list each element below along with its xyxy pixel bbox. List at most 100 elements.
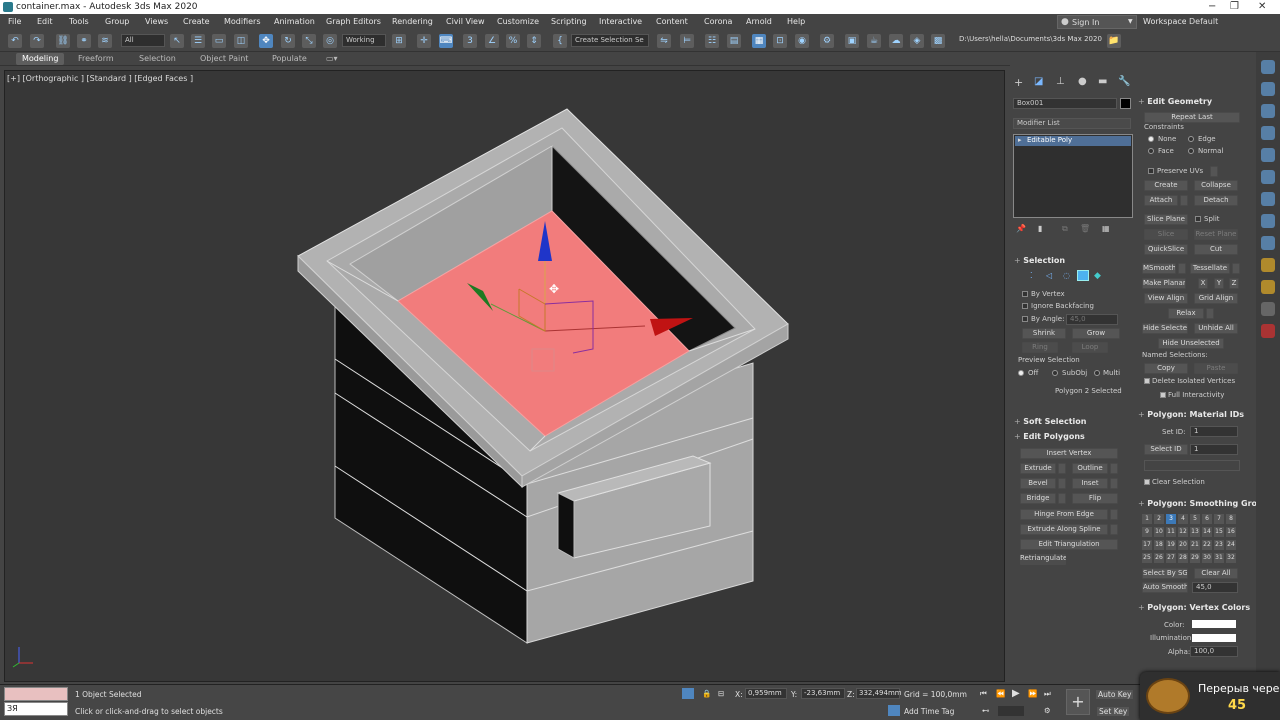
scale-icon[interactable]: ⤡ [302, 34, 316, 48]
minimize-button[interactable]: − [1208, 1, 1216, 12]
smoothing-group-button[interactable]: 30 [1202, 553, 1212, 563]
smoothing-group-button[interactable]: 28 [1178, 553, 1188, 563]
copy-button[interactable]: Copy [1144, 363, 1188, 374]
go-to-end-icon[interactable]: ⏭ [1044, 689, 1051, 699]
vertex-colors-rollout-header[interactable]: Polygon: Vertex Colors [1138, 603, 1250, 612]
ignore-backfacing-checkbox[interactable] [1022, 303, 1028, 309]
motion-tab-icon[interactable]: ● [1078, 76, 1087, 87]
planar-z-button[interactable]: Z [1229, 278, 1239, 289]
smoothing-group-button[interactable]: 17 [1142, 540, 1152, 550]
ref-coord-select[interactable]: Working [342, 34, 386, 47]
constraint-edge-radio[interactable] [1188, 136, 1194, 142]
material-ids-rollout-header[interactable]: Polygon: Material IDs [1138, 410, 1244, 419]
edge-level-icon[interactable]: ◁ [1046, 271, 1052, 280]
make-planar-button[interactable]: Make Planar [1142, 278, 1186, 289]
smoothing-group-button[interactable]: 9 [1142, 527, 1152, 537]
menu-help[interactable]: Help [787, 17, 805, 26]
loop-button[interactable]: Loop [1072, 342, 1108, 353]
x-coordinate[interactable]: 0,959mm [745, 688, 787, 699]
menu-scripting[interactable]: Scripting [551, 17, 587, 26]
create-tab-icon[interactable]: + [1014, 76, 1023, 89]
menu-civil-view[interactable]: Civil View [446, 17, 485, 26]
view-align-button[interactable]: View Align [1144, 293, 1188, 304]
slice-button[interactable]: Slice [1144, 229, 1188, 240]
constraint-none-radio[interactable] [1148, 136, 1154, 142]
stack-item-editable-poly[interactable]: ▸ Editable Poly [1015, 136, 1131, 146]
slice-plane-button[interactable]: Slice Plane [1144, 214, 1188, 225]
smoothing-group-button[interactable]: 4 [1178, 514, 1188, 524]
pivot-center-icon[interactable]: ⊞ [392, 34, 406, 48]
smoothing-group-button[interactable]: 7 [1214, 514, 1224, 524]
select-object-icon[interactable]: ↖ [170, 34, 184, 48]
align-icon[interactable]: ⊨ [680, 34, 694, 48]
render-production-icon[interactable]: ☕ [867, 34, 881, 48]
menu-views[interactable]: Views [145, 17, 168, 26]
smoothing-group-button[interactable]: 3 [1166, 514, 1176, 524]
attach-button[interactable]: Attach [1144, 195, 1178, 206]
menu-content[interactable]: Content [656, 17, 688, 26]
project-folder-field[interactable]: D:\Users\hella\Documents\3ds Max 2020 [956, 34, 1102, 47]
spinner-snap-icon[interactable]: ⇕ [527, 34, 541, 48]
split-checkbox[interactable] [1195, 216, 1201, 222]
set-key-icon[interactable]: + [1066, 689, 1090, 715]
smoothing-group-button[interactable]: 23 [1214, 540, 1224, 550]
box-icon[interactable] [1261, 170, 1275, 184]
menu-tools[interactable]: Tools [69, 17, 89, 26]
ring-button[interactable]: Ring [1022, 342, 1058, 353]
render-cloud-icon[interactable]: ▩ [931, 34, 945, 48]
edit-polygons-rollout-header[interactable]: Edit Polygons [1014, 432, 1085, 441]
by-angle-checkbox[interactable] [1022, 316, 1028, 322]
sign-in-dropdown[interactable]: ● Sign In ▼ [1057, 15, 1137, 29]
full-interactivity-checkbox[interactable] [1160, 392, 1166, 398]
smoothing-group-button[interactable]: 31 [1214, 553, 1224, 563]
viewport-orthographic[interactable]: [+] [Orthographic ] [Standard ] [Edged F… [4, 70, 1005, 682]
alpha-spinner[interactable]: 100,0 [1190, 646, 1238, 657]
extrude-button[interactable]: Extrude [1020, 463, 1056, 474]
z-coordinate[interactable]: 332,494mm [856, 688, 902, 699]
snaps-toggle-icon[interactable]: 3 [463, 34, 477, 48]
add-time-tag[interactable]: Add Time Tag [904, 707, 954, 716]
modifier-stack[interactable]: ▸ Editable Poly [1013, 134, 1133, 218]
soft-selection-rollout-header[interactable]: Soft Selection [1014, 417, 1086, 426]
smoothing-group-button[interactable]: 26 [1154, 553, 1164, 563]
smoothing-group-button[interactable]: 19 [1166, 540, 1176, 550]
smoothing-group-button[interactable]: 5 [1190, 514, 1200, 524]
pin-stack-icon[interactable]: 📌 [1016, 224, 1026, 233]
edit-named-sets-icon[interactable]: { [553, 34, 567, 48]
configure-sets-icon[interactable]: ▦ [1102, 224, 1110, 233]
tessellate-settings-button[interactable] [1232, 263, 1240, 274]
retriangulate-button[interactable]: Retriangulate [1020, 554, 1066, 565]
preserve-uvs-settings-button[interactable] [1210, 166, 1218, 177]
menu-animation[interactable]: Animation [274, 17, 315, 26]
smoothing-group-button[interactable]: 24 [1226, 540, 1236, 550]
layer-icon[interactable] [1261, 214, 1275, 228]
by-vertex-checkbox[interactable] [1022, 291, 1028, 297]
grow-button[interactable]: Grow [1072, 328, 1120, 339]
menu-graph-editors[interactable]: Graph Editors [326, 17, 381, 26]
color-swatch[interactable] [1192, 620, 1236, 628]
insert-vertex-button[interactable]: Insert Vertex [1020, 448, 1118, 459]
smoothing-group-button[interactable]: 21 [1190, 540, 1200, 550]
smoothing-group-button[interactable]: 14 [1202, 527, 1212, 537]
named-selection-set-select[interactable]: Create Selection Se [571, 34, 649, 47]
tab-object-paint[interactable]: Object Paint [194, 53, 254, 65]
auto-smooth-button[interactable]: Auto Smooth [1142, 582, 1188, 593]
angle-snap-icon[interactable]: ∠ [485, 34, 499, 48]
illumination-swatch[interactable] [1192, 634, 1236, 642]
maxscript-mini-listener[interactable] [4, 687, 68, 701]
paste-button[interactable]: Paste [1194, 363, 1238, 374]
constraint-normal-radio[interactable] [1188, 148, 1194, 154]
object-color-swatch[interactable] [1120, 98, 1131, 109]
smoothing-group-button[interactable]: 2 [1154, 514, 1164, 524]
smoothing-group-button[interactable]: 12 [1178, 527, 1188, 537]
smoothing-group-button[interactable]: 6 [1202, 514, 1212, 524]
scene-canvas[interactable]: ✥ [5, 71, 1004, 681]
rotate-icon[interactable]: ↻ [281, 34, 295, 48]
absolute-mode-icon[interactable]: ⊟ [718, 689, 724, 698]
teapot-icon[interactable] [1261, 258, 1275, 272]
lock-icon[interactable]: 🔒 [702, 689, 711, 698]
border-level-icon[interactable]: ◌ [1063, 271, 1070, 280]
menu-edit[interactable]: Edit [37, 17, 53, 26]
link-icon[interactable]: ⛓ [56, 34, 70, 48]
select-id-spinner[interactable]: 1 [1190, 444, 1238, 455]
